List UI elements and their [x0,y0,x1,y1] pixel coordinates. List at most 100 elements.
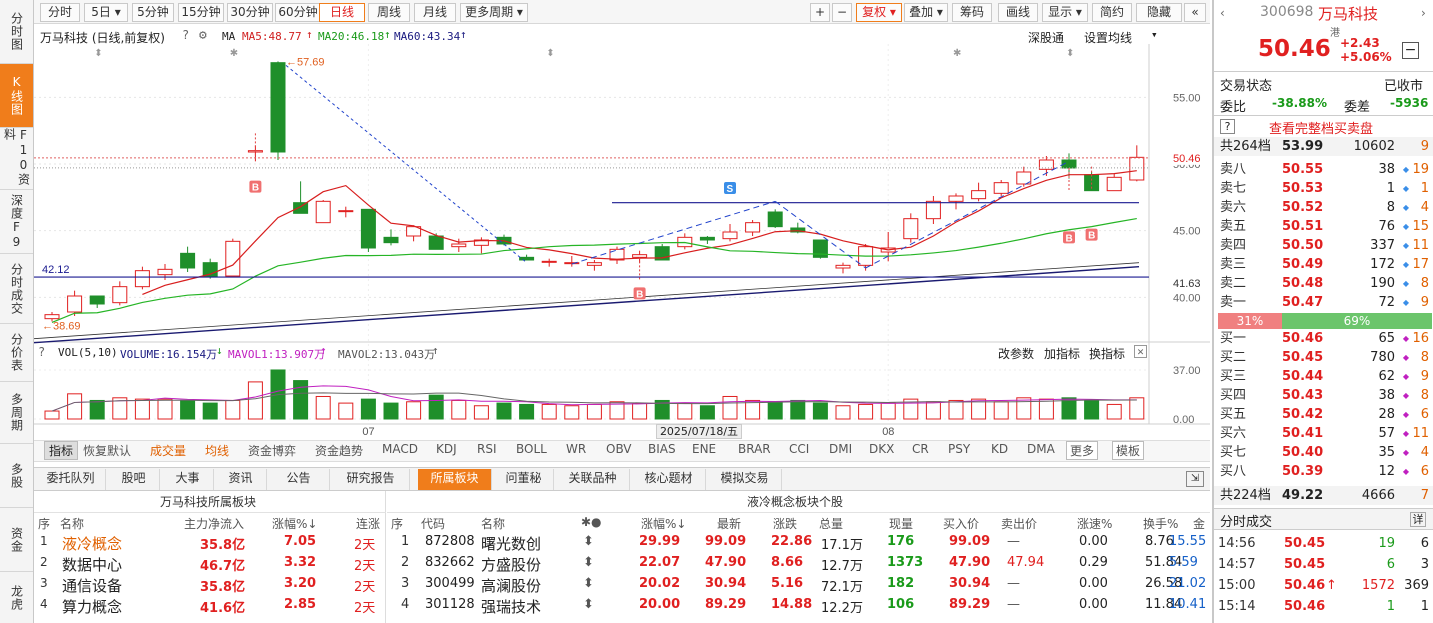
indicator-tab[interactable]: DMA [1027,442,1055,456]
indicator-tab[interactable]: WR [566,442,586,456]
bottom-tab[interactable]: 核心题材 [632,469,706,490]
tab-capital[interactable]: 资金 [0,508,33,572]
stock-col-header[interactable]: ✱● [581,515,602,529]
indicator-tab[interactable]: 指标 [44,441,79,460]
indicator-tab[interactable]: 资金趋势 [315,442,363,459]
stock-col-header[interactable]: 换手% [1143,515,1178,532]
stock-col-header[interactable]: 涨速% [1077,515,1112,532]
col-name[interactable]: 名称 [60,515,84,532]
sector-name[interactable]: 算力概念 [62,596,122,617]
period-monthly[interactable]: 月线 [414,3,456,22]
stock-col-header[interactable]: 总量 [819,515,843,532]
stock-col-header[interactable]: 最新 [717,515,741,532]
indicator-tab[interactable]: 均线 [205,442,229,459]
tab-multi-stock[interactable]: 多股 [0,444,33,508]
indicator-tab[interactable]: ENE [692,442,716,456]
period-60min[interactable]: 60分钟 [275,3,321,22]
stock-cell[interactable]: 301128 [425,597,475,612]
stock-cell[interactable]: 300499 [425,576,475,591]
kline-chart[interactable]: 55.0050.0045.0040.0037.000.0007 08 ←57.69… [34,44,1210,442]
period-5day[interactable]: 5日 ▾ [84,3,128,22]
indicator-tab[interactable]: BIAS [648,442,676,456]
period-15min[interactable]: 15分钟 [178,3,224,22]
chip-button[interactable]: 筹码 [952,3,992,22]
bottom-tab[interactable]: 资讯 [215,469,267,490]
col-change-pct[interactable]: 涨幅%↓ [272,515,317,532]
period-more[interactable]: 更多周期 ▾ [460,3,528,22]
help-icon[interactable]: ? [38,345,45,359]
stock-col-header[interactable]: 名称 [481,515,505,532]
simple-mode-button[interactable]: 简约 [1092,3,1132,22]
stock-name[interactable]: 高澜股份 [481,575,541,596]
stock-cell[interactable]: 832662 [425,555,475,570]
bottom-tab[interactable]: 委托队列 [36,469,106,490]
indicator-tab[interactable]: 成交量 [150,442,186,459]
bottom-tab[interactable]: 模拟交易 [708,469,782,490]
collapse-icon[interactable]: « [1184,3,1206,22]
swap-indicator-button[interactable]: 换指标 [1089,345,1125,362]
indicator-tab[interactable]: BRAR [738,442,771,456]
tab-dragon-tiger[interactable]: 龙虎 [0,572,33,623]
indicator-tab[interactable]: BOLL [516,442,547,456]
adjust-button[interactable]: 复权 ▾ [856,3,902,22]
draw-line-button[interactable]: 画线 [998,3,1038,22]
stock-name[interactable]: 强瑞技术 [481,596,541,617]
indicator-tab[interactable]: 资金博弈 [248,442,296,459]
indicator-tab[interactable]: DMI [829,442,852,456]
next-stock-icon[interactable]: › [1421,6,1426,20]
period-30min[interactable]: 30分钟 [227,3,273,22]
stock-name[interactable]: 曙光数创 [481,533,541,554]
indicator-tab[interactable]: CR [912,442,929,456]
overlay-button[interactable]: 叠加 ▾ [904,3,948,22]
indicator-tab[interactable]: DKX [869,442,894,456]
bottom-tab[interactable]: 股吧 [108,469,160,490]
stock-col-header[interactable]: 序 [391,515,403,532]
indicator-tab[interactable]: MACD [382,442,418,456]
indicator-tab[interactable]: CCI [789,442,809,456]
bottom-tab[interactable]: 大事 [162,469,214,490]
change-params-button[interactable]: 改参数 [998,345,1034,362]
stock-col-header[interactable]: 金 [1193,515,1205,532]
hide-button[interactable]: 隐藏 [1136,3,1182,22]
display-button[interactable]: 显示 ▾ [1042,3,1088,22]
tab-price-table[interactable]: 分价表 [0,324,33,382]
tab-depth-f9[interactable]: 深度F9 [0,190,33,254]
sector-name[interactable]: 通信设备 [62,575,122,596]
tab-timeshare-trades[interactable]: 分时成交 [0,254,33,324]
full-orderbook-link[interactable]: 查看完整档买卖盘 [1269,118,1373,137]
period-weekly[interactable]: 周线 [368,3,410,22]
close-icon[interactable]: ✕ [1134,345,1147,358]
indicator-tab[interactable]: 更多 [1066,441,1099,460]
period-5min[interactable]: 5分钟 [132,3,174,22]
prev-stock-icon[interactable]: ‹ [1220,6,1225,20]
gear-icon[interactable]: ⚙ [199,28,207,43]
indicator-tab[interactable]: PSY [948,442,970,456]
collapse-panel-icon[interactable]: ⇲ [1186,471,1204,487]
indicator-tab[interactable]: RSI [477,442,497,456]
indicator-tab[interactable]: 模板 [1112,441,1145,460]
stock-col-header[interactable]: 涨跌 [773,515,797,532]
col-streak[interactable]: 连涨 [356,515,380,532]
tab-f10-info[interactable]: F10资料 [0,128,33,190]
stock-col-header[interactable]: 现量 [889,515,913,532]
help-icon[interactable]: ? [1220,119,1235,134]
bottom-tab[interactable]: 研究报告 [332,469,410,490]
remove-watchlist-button[interactable]: − [1402,42,1419,59]
help-icon[interactable]: ? [182,28,189,42]
indicator-tab[interactable]: KD [991,442,1008,456]
tab-kline-chart[interactable]: K线图 [0,64,33,128]
stock-cell[interactable]: 872808 [425,534,475,549]
ticks-detail-button[interactable]: 详 [1410,512,1426,527]
indicator-tab[interactable]: OBV [606,442,632,456]
bottom-tab[interactable]: 关联品种 [556,469,630,490]
stock-col-header[interactable]: 卖出价 [1001,515,1037,532]
bottom-tab[interactable]: 问董秘 [494,469,554,490]
sector-name[interactable]: 液冷概念 [62,533,122,554]
stock-name[interactable]: 方盛股份 [481,554,541,575]
tab-multi-period[interactable]: 多周期 [0,382,33,444]
stock-col-header[interactable]: 代码 [421,515,445,532]
bottom-tab[interactable]: 所属板块 [418,469,492,490]
indicator-tab[interactable]: KDJ [436,442,457,456]
stock-col-header[interactable]: 买入价 [943,515,979,532]
bottom-tab[interactable]: 公告 [268,469,330,490]
